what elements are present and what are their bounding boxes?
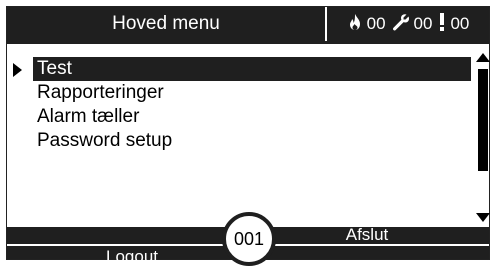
flame-icon xyxy=(347,13,363,36)
menu-item-password-setup[interactable]: Password setup xyxy=(33,129,471,153)
fault-counter: 00 xyxy=(392,13,433,36)
header-bar: Hoved menu 00 00 00 xyxy=(7,7,489,41)
logout-button[interactable]: Logout xyxy=(47,245,217,269)
warning-counter: 00 xyxy=(438,12,469,37)
scroll-up-icon[interactable] xyxy=(476,53,490,62)
menu-item-test[interactable]: Test xyxy=(33,57,471,81)
scroll-down-icon[interactable] xyxy=(476,213,490,222)
level-badge: 001 xyxy=(222,212,276,266)
warning-count: 00 xyxy=(450,14,470,33)
page-title: Hoved menu xyxy=(112,13,220,34)
menu-item-alarm-taeller[interactable]: Alarm tæller xyxy=(33,105,471,129)
fire-counter: 00 xyxy=(347,13,386,36)
wrench-icon xyxy=(392,13,410,36)
status-counters: 00 00 00 xyxy=(327,7,489,41)
selection-pointer-icon xyxy=(13,63,22,77)
device-screen: Hoved menu 00 00 00 Test Rapporteringer … xyxy=(6,6,490,266)
menu-item-rapporteringer[interactable]: Rapporteringer xyxy=(33,81,471,105)
fault-count: 00 xyxy=(413,14,433,33)
scrollbar-thumb[interactable] xyxy=(478,69,488,171)
exclamation-icon xyxy=(438,12,446,37)
header-underline xyxy=(7,41,489,44)
fire-count: 00 xyxy=(366,14,386,33)
afslut-button[interactable]: Afslut xyxy=(287,225,447,245)
